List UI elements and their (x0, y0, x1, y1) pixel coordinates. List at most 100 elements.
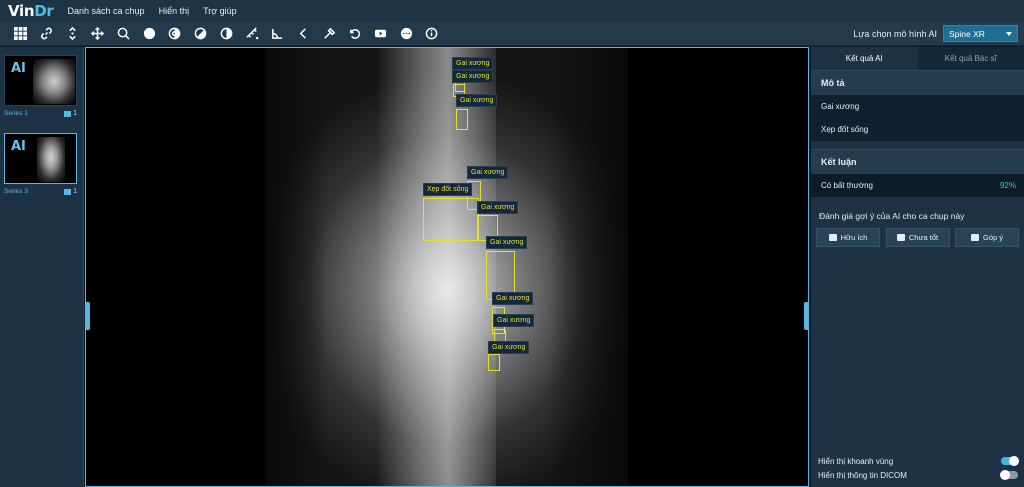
tab-ai-results[interactable]: Kết quả AI (811, 47, 918, 70)
detection-label: Xẹp đốt sống (423, 183, 473, 196)
ai-model-value: Spine XR (949, 28, 985, 39)
detection-label: Gai xương (456, 94, 498, 107)
toggle-region-switch[interactable] (1001, 456, 1019, 466)
feedback-button[interactable]: Góp ý (955, 228, 1019, 247)
grid-icon (14, 27, 28, 40)
reset-button[interactable] (342, 22, 368, 46)
results-panel: Kết quả AI Kết quả Bác sĩ Mô tả Gai xươn… (811, 47, 1024, 487)
finding-item[interactable]: Xẹp đốt sống (811, 118, 1024, 141)
toggle-row-dicom: Hiển thị thông tin DICOM (818, 469, 1018, 481)
thumbs-down-icon (896, 234, 905, 241)
link-icon (41, 27, 52, 40)
detection-label: Gai xương (493, 314, 535, 327)
shading-right (548, 48, 628, 486)
menu-help[interactable]: Trợ giúp (203, 6, 237, 16)
menu-bar: VinDr Danh sách ca chụp Hiển thị Trợ giú… (0, 0, 1024, 487)
more-button[interactable] (393, 22, 419, 46)
detection-label: Gai xương (486, 236, 528, 249)
thumbnail-image (33, 59, 75, 104)
ai-model-area: Lựa chọn mô hình AI Spine XR (853, 25, 1018, 42)
detection-box[interactable] (423, 198, 479, 241)
scroll-button[interactable] (59, 22, 85, 46)
detection-label: Gai xương (488, 341, 530, 354)
detection-label: Gai xương (492, 292, 534, 305)
ruler-icon (245, 27, 258, 40)
toggle-dicom-switch[interactable] (1000, 470, 1018, 480)
useful-button[interactable]: Hữu ích (816, 228, 880, 247)
stack-icon (64, 188, 72, 195)
series-meta: Series 1 1 (4, 110, 77, 117)
image-count-value: 1 (73, 110, 77, 117)
ellipse-roi-button[interactable] (136, 22, 162, 46)
invert-icon (169, 27, 181, 40)
vindr-logo[interactable]: VinDr (8, 2, 54, 20)
angle-button[interactable] (265, 22, 291, 46)
circle-icon (143, 27, 155, 40)
ai-badge: AI (11, 139, 26, 154)
info-button[interactable] (419, 22, 445, 46)
pan-button[interactable] (85, 22, 111, 46)
results-tabs: Kết quả AI Kết quả Bác sĩ (811, 47, 1024, 70)
image-count-value: 1 (73, 188, 77, 195)
angle-icon (272, 28, 283, 39)
image-viewport[interactable]: Gai xương Gai xương Gai xương Gai xương … (85, 47, 809, 487)
annotate-icon (323, 27, 335, 39)
finding-label: Gai xương (821, 102, 860, 111)
window-level-button[interactable] (214, 22, 240, 46)
finding-item[interactable]: Gai xương (811, 95, 1024, 118)
left-panel-toggle[interactable] (86, 302, 90, 330)
stack-icon (64, 110, 72, 117)
annotate-button[interactable] (316, 22, 342, 46)
link-button[interactable] (34, 22, 60, 46)
useful-label: Hữu ích (840, 233, 868, 242)
evaluation-prompt: Đánh giá gợi ý của AI cho ca chụp này (819, 211, 965, 221)
detection-label: Gai xương (467, 166, 509, 179)
series-item-3[interactable]: AI Series 3 1 (4, 133, 77, 195)
logo-text-vin: Vin (8, 2, 35, 20)
display-toggles: Hiển thị khoanh vùng Hiển thị thông tin … (811, 453, 1024, 481)
shading-left (266, 48, 326, 486)
vindr-app: VinDr Danh sách ca chụp Hiển thị Trợ giú… (0, 0, 1024, 487)
series-thumbnail[interactable]: AI (4, 133, 77, 184)
series-label: Series 1 (4, 110, 28, 117)
zoom-button[interactable] (111, 22, 137, 46)
zoom-icon (117, 27, 130, 40)
series-meta: Series 3 1 (4, 188, 77, 195)
cine-button[interactable] (368, 22, 394, 46)
series-label: Series 3 (4, 188, 28, 195)
description-heading: Mô tả (811, 70, 1024, 95)
chevron-down-icon (1006, 32, 1012, 36)
conclusion-heading: Kết luận (811, 149, 1024, 174)
ai-model-select[interactable]: Spine XR (943, 25, 1018, 42)
tab-doctor-results[interactable]: Kết quả Bác sĩ (917, 47, 1024, 70)
menu-case-list[interactable]: Danh sách ca chụp (68, 6, 145, 16)
finding-label: Xẹp đốt sống (821, 125, 869, 134)
layout-grid-button[interactable] (8, 22, 34, 46)
thumbs-up-icon (828, 234, 837, 241)
more-icon (400, 27, 412, 40)
half-circle-icon (220, 27, 233, 40)
toolbar: Lựa chọn mô hình AI Spine XR (0, 22, 1024, 46)
ai-badge: AI (11, 61, 26, 76)
detection-box[interactable] (456, 109, 468, 130)
measure-button[interactable] (239, 22, 265, 46)
previous-button[interactable] (291, 22, 317, 46)
right-panel-toggle[interactable] (804, 302, 808, 330)
detection-box[interactable] (488, 354, 500, 371)
invert-button[interactable] (162, 22, 188, 46)
series-item-1[interactable]: AI Series 1 1 (4, 55, 77, 117)
feedback-buttons: Hữu ích Chưa tốt Góp ý (811, 228, 1024, 247)
not-good-button[interactable]: Chưa tốt (885, 228, 950, 247)
contrast-button[interactable] (188, 22, 214, 46)
image-count: 1 (64, 110, 77, 117)
conclusion-probability: 92% (999, 181, 1016, 190)
video-icon (374, 29, 387, 38)
series-thumbnail[interactable]: AI (4, 55, 77, 106)
detection-label: Gai xương (477, 201, 519, 214)
toggle-dicom-label: Hiển thị thông tin DICOM (818, 470, 907, 480)
comment-icon (970, 234, 979, 241)
detection-label: Gai xương (452, 70, 494, 83)
logo-text-dr: Dr (34, 2, 54, 20)
menu-display[interactable]: Hiển thị (159, 6, 190, 16)
